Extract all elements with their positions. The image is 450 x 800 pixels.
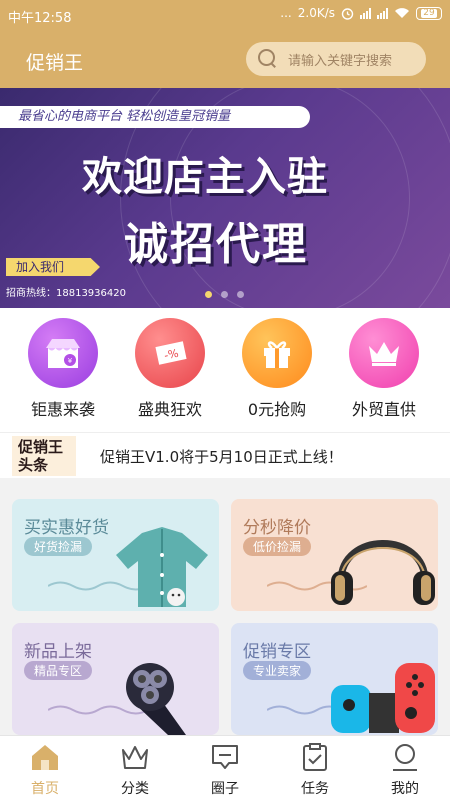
chat-icon <box>212 745 238 769</box>
promo-card-sale-zone[interactable]: 促销专区 专业卖家 <box>231 623 438 735</box>
status-bar: 中午12:58 ... 2.0K/s 29 <box>0 0 450 32</box>
game-controller-image <box>331 663 435 733</box>
carousel-indicator <box>205 291 244 298</box>
tab-home[interactable]: 首页 <box>0 742 90 798</box>
promo-banner[interactable]: 最省心的电商平台 轻松创造皇冠销量 欢迎店主入驻 诚招代理 加入我们 招商热线：… <box>0 88 450 308</box>
battery-level: 29 <box>421 7 437 18</box>
promo-badge: 专业卖家 <box>243 661 312 680</box>
tab-label: 圈子 <box>211 781 239 797</box>
headphones-image <box>331 540 435 605</box>
wifi-icon <box>395 8 409 18</box>
tab-label: 首页 <box>31 781 59 797</box>
more-dots: ... <box>280 6 292 20</box>
carousel-dot[interactable] <box>205 291 212 298</box>
category-trade[interactable]: 外贸直供 <box>339 318 429 420</box>
tab-category[interactable]: 分类 <box>90 742 180 798</box>
signal-icon <box>360 7 371 19</box>
jacket-image <box>116 527 208 607</box>
carousel-dot[interactable] <box>237 291 244 298</box>
tab-label: 任务 <box>301 781 329 797</box>
promo-badge: 低价捡漏 <box>243 537 312 556</box>
status-right: ... 2.0K/s 29 <box>280 6 442 20</box>
news-headline[interactable]: 促销王V1.0将于5月10日正式上线！ <box>100 446 343 467</box>
search-bar[interactable]: 请输入关键字搜索 <box>246 42 426 76</box>
category-label: 盛典狂欢 <box>137 400 202 419</box>
user-icon <box>393 744 417 771</box>
promo-badge: 精品专区 <box>24 661 93 680</box>
banner-headline: 欢迎店主入驻 <box>82 154 328 200</box>
promo-title: 分秒降价 <box>243 518 311 538</box>
carousel-dot[interactable] <box>221 291 228 298</box>
screen: 中午12:58 ... 2.0K/s 29 促销王 请输入关键字搜索 最省心的电… <box>0 0 450 800</box>
top-bar: 中午12:58 ... 2.0K/s 29 促销王 请输入关键字搜索 <box>0 0 450 88</box>
banner-hotline: 招商热线：18813936420 <box>6 288 126 299</box>
promo-title: 新品上架 <box>24 642 92 662</box>
store-icon: ¥ <box>28 318 98 388</box>
banner-subheadline: 诚招代理 <box>124 219 308 270</box>
tab-circle[interactable]: 圈子 <box>180 742 270 798</box>
alarm-icon <box>341 7 354 20</box>
tab-label: 我的 <box>391 781 419 797</box>
search-icon <box>258 49 278 69</box>
search-placeholder: 请输入关键字搜索 <box>288 53 393 69</box>
news-logo: 促销王头条 <box>12 436 76 476</box>
category-label: 外贸直供 <box>351 400 416 419</box>
tab-label: 分类 <box>121 781 149 797</box>
network-speed: 2.0K/s <box>297 6 335 20</box>
banner-tagline: 最省心的电商平台 轻松创造皇冠销量 <box>0 106 310 128</box>
category-label: 钜惠来袭 <box>30 400 95 419</box>
join-us-button[interactable]: 加入我们 <box>6 258 100 276</box>
category-free-grab[interactable]: 0元抢购 <box>232 318 322 420</box>
category-label: 0元抢购 <box>247 400 307 419</box>
bottom-tab-bar: 首页 分类 圈子 任务 我的 <box>0 735 450 800</box>
signal-icon-2 <box>377 7 388 19</box>
promo-title: 促销专区 <box>243 642 311 662</box>
category-festival[interactable]: -% 盛典狂欢 <box>125 318 215 420</box>
promo-card-new-arrivals[interactable]: 新品上架 精品专区 <box>12 623 219 735</box>
tab-task[interactable]: 任务 <box>270 742 360 798</box>
status-time: 中午12:58 <box>8 11 72 26</box>
promo-card-value[interactable]: 买实惠好货 好货捡漏 <box>12 499 219 611</box>
gift-icon <box>242 318 312 388</box>
tab-mine[interactable]: 我的 <box>360 742 450 798</box>
home-icon <box>32 745 58 770</box>
clipboard-check-icon <box>303 743 327 771</box>
category-grid: ¥ 钜惠来袭 -% 盛典狂欢 0元抢购 外贸直供 <box>0 308 450 432</box>
crown-icon <box>349 318 419 388</box>
svg-text:¥: ¥ <box>68 357 73 365</box>
battery-icon: 29 <box>416 6 442 20</box>
promo-badge: 好货捡漏 <box>24 537 93 556</box>
crown-outline-icon <box>122 746 148 769</box>
app-title: 促销王 <box>26 52 84 74</box>
coupon-icon: -% <box>135 318 205 388</box>
promo-title: 买实惠好货 <box>24 518 109 538</box>
category-discount[interactable]: ¥ 钜惠来袭 <box>18 318 108 420</box>
shaver-image <box>126 663 186 735</box>
promo-card-price-drop[interactable]: 分秒降价 低价捡漏 <box>231 499 438 611</box>
news-ticker[interactable]: 促销王头条 促销王V1.0将于5月10日正式上线！ <box>0 432 450 478</box>
